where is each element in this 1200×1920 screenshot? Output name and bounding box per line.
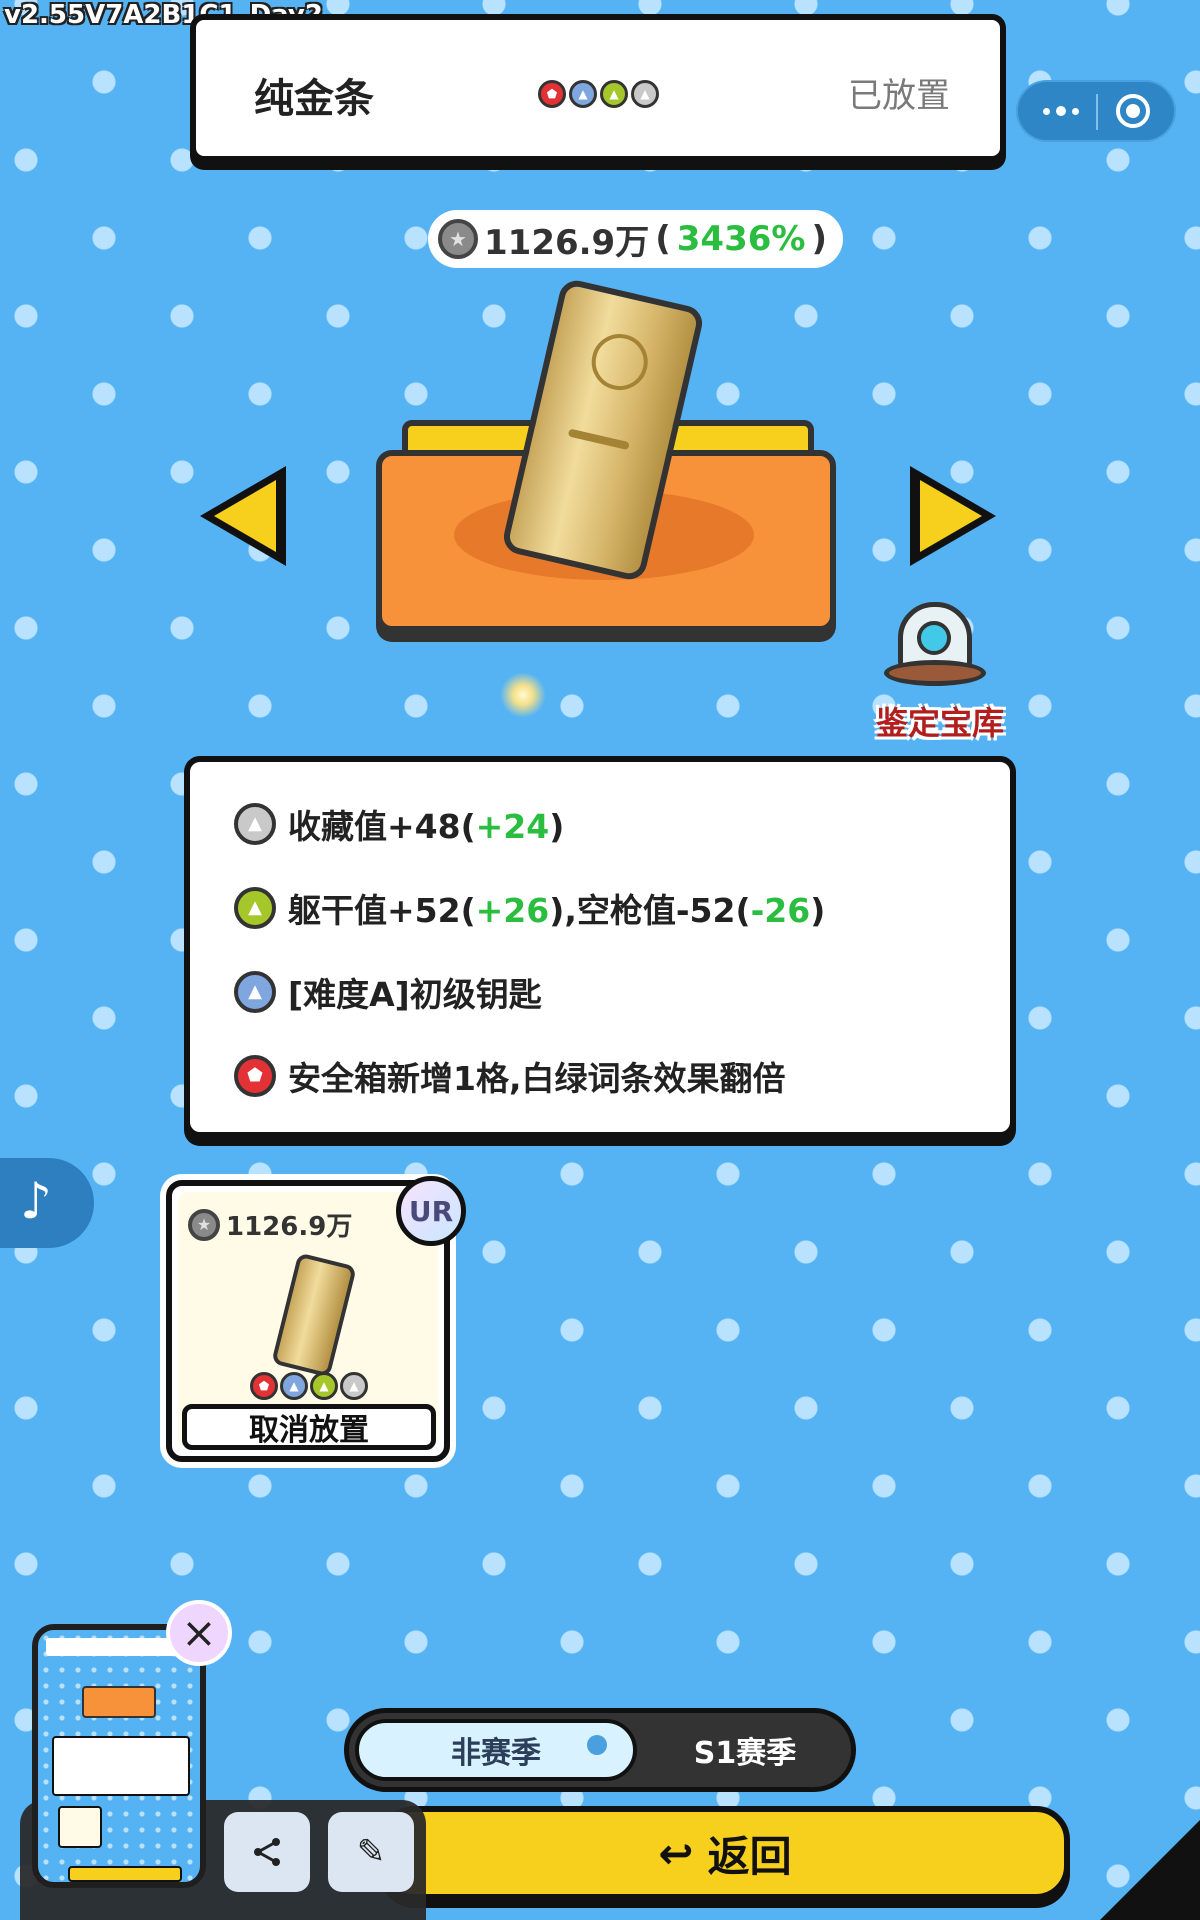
gold-bar-thumbnail: [271, 1252, 357, 1378]
effect-row: ▲ 躯干值+52(+26),空枪值-52(-26): [234, 884, 825, 932]
value-close-paren: ): [811, 219, 827, 259]
effect-text: ): [810, 891, 826, 930]
value-percent: 3436%: [676, 219, 806, 259]
sparkle-effect: [500, 672, 546, 718]
gold-bar-mark: [567, 428, 630, 451]
red-pentagon-icon: ⬟: [250, 1372, 278, 1400]
return-button[interactable]: ↩ 返回: [380, 1806, 1070, 1900]
effect-highlight: +26: [475, 891, 550, 930]
item-card[interactable]: ★ 1126.9万 ⬟ ▲ ▲ ▲ 取消放置 UR: [166, 1176, 466, 1462]
gray-triangle-icon: ▲: [631, 80, 659, 108]
return-label: 返回: [707, 1831, 792, 1881]
coin-icon: ★: [188, 1208, 220, 1241]
vault-base: [884, 660, 986, 686]
blue-triangle-icon: ▲: [234, 971, 276, 1013]
card-inner: ★ 1126.9万 ⬟ ▲ ▲ ▲ 取消放置: [178, 1192, 438, 1450]
cancel-placement-button[interactable]: 取消放置: [182, 1404, 436, 1450]
capsule-divider: [1096, 94, 1098, 130]
mini-program-capsule: [1016, 80, 1176, 142]
share-icon: [254, 1838, 280, 1866]
effect-text: 躯干值+52(: [288, 891, 476, 930]
card-value-amount: 1126.9万: [226, 1212, 353, 1242]
share-button[interactable]: [224, 1812, 310, 1892]
card-affix-badges: ⬟ ▲ ▲ ▲: [250, 1372, 368, 1400]
green-triangle-icon: ▲: [600, 80, 628, 108]
value-pill: ★ 1126.9万(3436%): [428, 210, 843, 268]
effect-text: 收藏值+48(: [288, 807, 476, 846]
tiktok-float-button[interactable]: ♪: [0, 1158, 94, 1248]
return-arrow-icon: ↩: [658, 1828, 694, 1878]
placed-status: 已放置: [848, 76, 950, 116]
gray-triangle-icon: ▲: [234, 803, 276, 845]
pencil-icon: ✎: [356, 1832, 386, 1872]
edit-button[interactable]: ✎: [328, 1812, 414, 1892]
screenshot-thumbnail[interactable]: [32, 1624, 206, 1888]
blue-triangle-icon: ▲: [569, 80, 597, 108]
effect-highlight: +24: [475, 807, 550, 846]
effect-text: ): [549, 807, 565, 846]
effect-highlight: -26: [750, 891, 811, 930]
more-icon[interactable]: [1036, 88, 1086, 134]
appraisal-vault-button[interactable]: 鉴定宝库: [870, 600, 1004, 742]
affix-badges: ⬟ ▲ ▲ ▲: [538, 80, 659, 108]
effect-text: 安全箱新增1格,白绿词条效果翻倍: [288, 1059, 786, 1098]
thumb-return-button: [68, 1866, 182, 1882]
season-toggle[interactable]: 非赛季 S1赛季: [344, 1708, 856, 1792]
rarity-badge: UR: [396, 1176, 466, 1246]
card-value: ★ 1126.9万: [188, 1206, 352, 1243]
corner-decoration: [1100, 1820, 1200, 1920]
effect-row: ⬟ 安全箱新增1格,白绿词条效果翻倍: [234, 1052, 786, 1100]
effects-panel: ▲ 收藏值+48(+24) ▲ 躯干值+52(+26),空枪值-52(-26) …: [184, 756, 1016, 1138]
close-preview-icon[interactable]: ×: [166, 1600, 232, 1666]
gold-bar-logo: [586, 328, 654, 396]
value-open-paren: (: [655, 219, 671, 259]
thumb-effects-panel: [52, 1736, 190, 1796]
green-triangle-icon: ▲: [234, 887, 276, 929]
effect-text: [难度A]初级钥匙: [288, 975, 542, 1014]
red-pentagon-icon: ⬟: [234, 1055, 276, 1097]
season-option-s1[interactable]: S1赛季: [641, 1719, 849, 1781]
thumb-item-card: [58, 1806, 102, 1848]
blue-triangle-icon: ▲: [280, 1372, 308, 1400]
red-pentagon-icon: ⬟: [538, 80, 566, 108]
tiktok-icon: ♪: [20, 1172, 52, 1230]
selected-indicator: [587, 1735, 607, 1755]
prev-item-arrow-icon[interactable]: [200, 466, 286, 566]
item-name: 纯金条: [254, 76, 374, 122]
coin-icon: ★: [438, 219, 478, 259]
effect-row: ▲ 收藏值+48(+24): [234, 800, 564, 848]
effect-text: ),空枪值-52(: [549, 891, 751, 930]
gray-triangle-icon: ▲: [340, 1372, 368, 1400]
green-triangle-icon: ▲: [310, 1372, 338, 1400]
close-mini-program-icon[interactable]: [1116, 94, 1150, 128]
thumb-cushion: [82, 1686, 156, 1718]
next-item-arrow-icon[interactable]: [910, 466, 996, 566]
vault-label: 鉴定宝库: [875, 704, 1004, 742]
item-title-card: 纯金条 ⬟ ▲ ▲ ▲ 已放置: [190, 14, 1006, 162]
effect-row: ▲ [难度A]初级钥匙: [234, 968, 542, 1016]
value-amount: 1126.9万: [484, 222, 650, 263]
vault-eye-icon: [917, 621, 951, 655]
